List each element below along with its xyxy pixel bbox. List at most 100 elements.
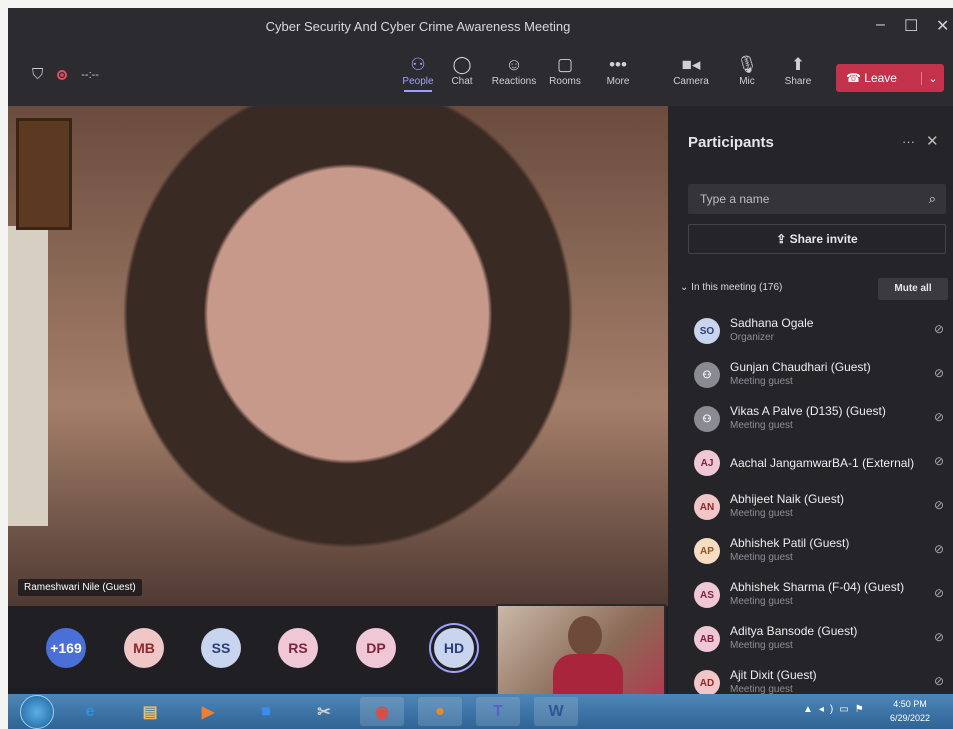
- system-clock[interactable]: 4:50 PM 6/29/2022: [890, 697, 930, 725]
- internet-explorer-icon[interactable]: e: [68, 697, 112, 726]
- rooms-label: Rooms: [549, 76, 581, 87]
- chevron-down-icon[interactable]: ⌄: [921, 71, 944, 85]
- avatar-initials: AS: [700, 589, 714, 601]
- list-item[interactable]: AB Aditya Bansode (Guest) Meeting guest …: [668, 618, 953, 662]
- avatar-speaking[interactable]: HD: [434, 628, 474, 668]
- mic-off-icon: ⊘: [934, 322, 945, 336]
- avatar-initials: RS: [288, 640, 308, 656]
- participant-name: Abhishek Sharma (F-04) (Guest): [730, 580, 905, 594]
- more-label: More: [606, 76, 630, 87]
- participant-name: Gunjan Chaudhari (Guest): [730, 360, 871, 374]
- meeting-toolbar: ⛉ --:-- ⚇ People ◯ Chat ☺ Reactions ▢ Ro…: [8, 44, 953, 106]
- title-bar: Cyber Security And Cyber Crime Awareness…: [8, 8, 953, 44]
- firefox-icon[interactable]: ●: [418, 697, 462, 726]
- rooms-icon: ▢: [556, 55, 574, 74]
- chat-icon: ◯: [452, 55, 472, 74]
- search-placeholder: Type a name: [700, 192, 770, 206]
- mute-all-button[interactable]: Mute all: [878, 278, 948, 300]
- avatar-initials: +169: [50, 640, 82, 656]
- avatar: AB: [694, 626, 720, 652]
- share-invite-button[interactable]: ⇪ Share invite: [688, 224, 946, 254]
- avatar-initials: DP: [366, 640, 386, 656]
- mic-off-icon: ⊘: [934, 454, 945, 468]
- mic-label: Mic: [739, 76, 755, 87]
- participant-role: Meeting guest: [730, 552, 793, 563]
- avatar: AS: [694, 582, 720, 608]
- avatar: AN: [694, 494, 720, 520]
- leave-button[interactable]: ☎ Leave ⌄: [836, 64, 944, 92]
- reactions-button[interactable]: ☺ Reactions: [487, 54, 541, 87]
- list-item[interactable]: AP Abhishek Patil (Guest) Meeting guest …: [668, 530, 953, 574]
- mic-off-icon: ⊘: [934, 542, 945, 556]
- guest-avatar-icon: ⚇: [694, 406, 720, 432]
- maximize-button[interactable]: ☐: [904, 16, 918, 36]
- minimize-button[interactable]: –: [876, 16, 885, 34]
- avatar[interactable]: SS: [201, 628, 241, 668]
- participant-role: Meeting guest: [730, 420, 793, 431]
- search-input[interactable]: Type a name ⌕: [688, 184, 946, 214]
- word-icon[interactable]: W: [534, 697, 578, 726]
- clock-time: 4:50 PM: [893, 699, 927, 709]
- chevron-down-icon: ⌄: [680, 282, 692, 293]
- start-button[interactable]: [20, 695, 54, 729]
- participant-name: Aachal JangamwarBA-1 (External): [730, 456, 915, 470]
- leave-label: Leave: [864, 71, 897, 85]
- snipping-icon[interactable]: ✂: [302, 697, 346, 726]
- close-panel-icon[interactable]: ✕: [926, 132, 939, 150]
- mic-off-icon: ⊘: [934, 586, 945, 600]
- background-wall: [8, 226, 48, 526]
- list-item[interactable]: ⚇ Gunjan Chaudhari (Guest) Meeting guest…: [668, 354, 953, 398]
- list-item[interactable]: AS Abhishek Sharma (F-04) (Guest) Meetin…: [668, 574, 953, 618]
- list-item[interactable]: AJ Aachal JangamwarBA-1 (External) ⊘: [668, 442, 953, 486]
- participant-role: Meeting guest: [730, 596, 793, 607]
- participant-role: Meeting guest: [730, 376, 793, 387]
- chat-button[interactable]: ◯ Chat: [435, 54, 489, 87]
- avatar[interactable]: DP: [356, 628, 396, 668]
- avatar: AP: [694, 538, 720, 564]
- list-item[interactable]: AN Abhijeet Naik (Guest) Meeting guest ⊘: [668, 486, 953, 530]
- share-button[interactable]: ⬆ Share: [771, 54, 825, 87]
- search-icon: ⌕: [928, 191, 936, 206]
- participant-name: Sadhana Ogale: [730, 316, 814, 330]
- participants-panel: Participants ··· ✕ Type a name ⌕ ⇪ Share…: [668, 106, 953, 696]
- window-title: Cyber Security And Cyber Crime Awareness…: [265, 19, 571, 34]
- list-item[interactable]: SO Sadhana Ogale Organizer ⊘: [668, 310, 953, 354]
- overflow-count-avatar[interactable]: +169: [46, 628, 86, 668]
- avatar-initials: MB: [133, 640, 155, 656]
- mic-button[interactable]: 🎙 Mic: [720, 54, 774, 87]
- speaker-face: [48, 106, 648, 606]
- participant-role: Meeting guest: [730, 508, 793, 519]
- chrome-icon[interactable]: ◉: [360, 697, 404, 726]
- guest-avatar-icon: ⚇: [694, 362, 720, 388]
- camera-button[interactable]: ■◂ Camera: [664, 54, 718, 87]
- shield-icon[interactable]: ⛉: [32, 66, 43, 83]
- media-player-icon[interactable]: ▶: [186, 697, 230, 726]
- self-view-body: [553, 654, 623, 696]
- teams-icon[interactable]: T: [476, 697, 520, 726]
- mic-off-icon: ⊘: [934, 498, 945, 512]
- system-tray[interactable]: ▲◂)▭⚑: [803, 704, 870, 715]
- chat-label: Chat: [451, 76, 473, 87]
- share-invite-icon: ⇪: [776, 232, 790, 246]
- zoom-icon[interactable]: ■: [244, 697, 288, 726]
- clock-date: 6/29/2022: [890, 713, 931, 723]
- avatar: AJ: [694, 450, 720, 476]
- close-button[interactable]: ✕: [936, 16, 949, 36]
- share-label: Share: [784, 76, 812, 87]
- file-explorer-icon[interactable]: ▤: [128, 697, 172, 726]
- avatar[interactable]: MB: [124, 628, 164, 668]
- participant-name: Aditya Bansode (Guest): [730, 624, 858, 638]
- avatar-initials: HD: [443, 640, 465, 656]
- avatar[interactable]: RS: [278, 628, 318, 668]
- participant-name: Ajit Dixit (Guest): [730, 668, 817, 682]
- windows-taskbar: e ▤ ▶ ■ ✂ ◉ ● T W ▲◂)▭⚑ 4:50 PM 6/29/202…: [8, 694, 953, 729]
- meeting-timer: --:--: [81, 68, 99, 81]
- self-view-video[interactable]: [496, 604, 666, 698]
- list-item[interactable]: ⚇ Vikas A Palve (D135) (Guest) Meeting g…: [668, 398, 953, 442]
- more-button[interactable]: ••• More: [591, 54, 645, 87]
- in-meeting-section-header[interactable]: ⌄ In this meeting (176): [680, 282, 782, 293]
- mic-off-icon: ⊘: [934, 410, 945, 424]
- more-options-icon[interactable]: ···: [902, 134, 915, 149]
- rooms-button[interactable]: ▢ Rooms: [538, 54, 592, 87]
- panel-title: Participants: [688, 134, 774, 151]
